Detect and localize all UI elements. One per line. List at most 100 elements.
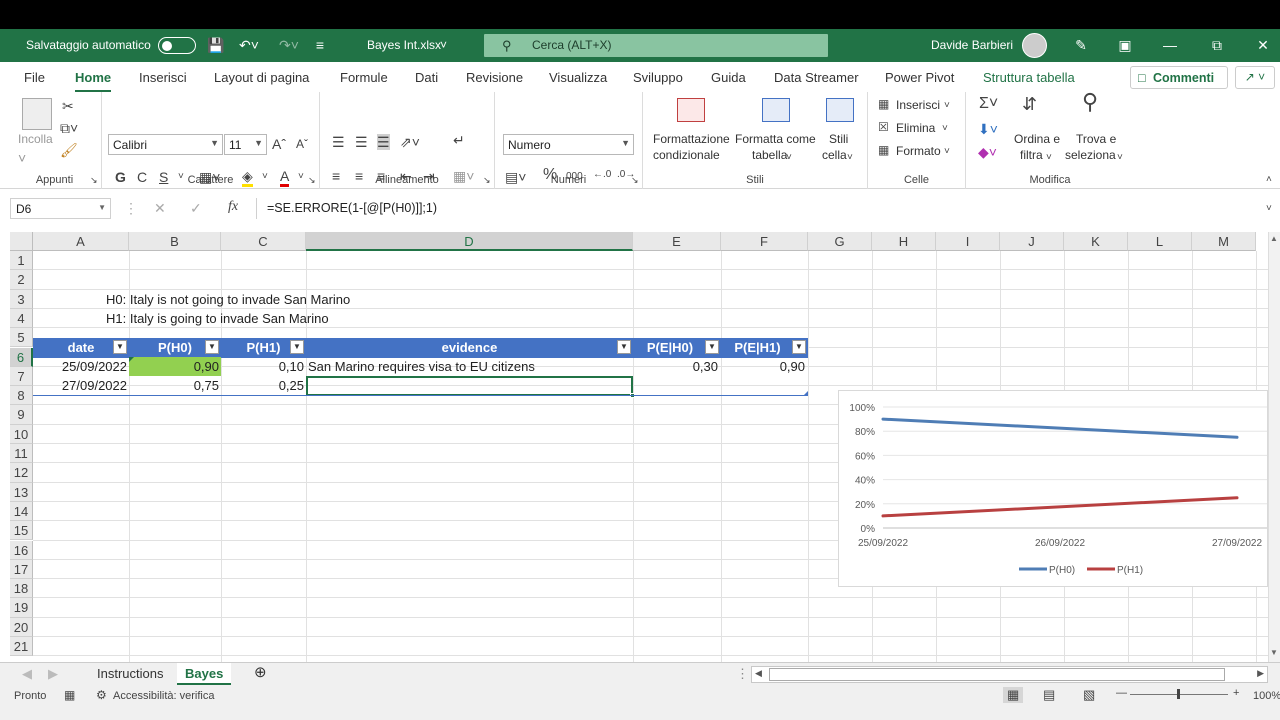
row-header-15[interactable]: 15 <box>10 521 33 541</box>
zoom-out-icon[interactable]: — <box>1116 687 1127 699</box>
tab-data-streamer[interactable]: Data Streamer <box>774 70 859 85</box>
format-as-table-label-1[interactable]: Formatta come <box>735 132 816 146</box>
row-header-4[interactable]: 4 <box>10 308 33 329</box>
row-header-10[interactable]: 10 <box>10 424 33 444</box>
font-launcher-icon[interactable]: ↘ <box>308 172 316 188</box>
tab-help[interactable]: Guida <box>711 70 746 85</box>
copy-icon[interactable]: ⧉˅ <box>60 120 78 136</box>
tab-formulas[interactable]: Formule <box>340 70 388 85</box>
customize-toolbar-icon[interactable]: ≡ <box>314 37 326 53</box>
row-header-13[interactable]: 13 <box>10 482 33 502</box>
scroll-down-icon[interactable]: ▼ <box>1270 648 1278 657</box>
row-header-6[interactable]: 6 <box>10 347 33 367</box>
cell-a6[interactable]: 27/09/2022 <box>33 376 127 395</box>
row-header-14[interactable]: 14 <box>10 501 33 522</box>
row-header-8[interactable]: 8 <box>10 386 33 406</box>
sheet-tab-instructions[interactable]: Instructions <box>97 666 163 681</box>
save-icon[interactable]: 💾 <box>207 37 225 53</box>
clipboard-launcher-icon[interactable]: ↘ <box>90 172 98 188</box>
number-launcher-icon[interactable]: ↘ <box>631 172 639 188</box>
accessibility-icon[interactable]: ⚙ <box>96 688 107 702</box>
table-header-date[interactable]: date ▼ <box>33 338 129 358</box>
page-layout-view-icon[interactable]: ▤ <box>1043 687 1055 703</box>
tab-data[interactable]: Dati <box>415 70 438 85</box>
col-header-a[interactable]: A <box>33 232 129 251</box>
col-header-b[interactable]: B <box>129 232 221 251</box>
filter-dropdown-icon[interactable]: ▼ <box>705 340 719 354</box>
tab-table-design[interactable]: Struttura tabella <box>983 70 1075 85</box>
minimize-icon[interactable]: — <box>1161 37 1179 53</box>
align-middle-icon[interactable]: ☰ <box>355 134 368 150</box>
macro-icon[interactable]: ▦ <box>64 688 75 702</box>
tab-insert[interactable]: Inserisci <box>139 70 187 85</box>
filename-chevron-icon[interactable]: ˅ <box>440 38 447 52</box>
scroll-left-icon[interactable]: ◀ <box>755 668 762 679</box>
row-header-9[interactable]: 9 <box>10 405 33 425</box>
col-header-f[interactable]: F <box>721 232 808 251</box>
prev-sheet-icon[interactable]: ◀ <box>22 666 32 682</box>
number-format-select[interactable]: Numero ▼ <box>503 134 634 155</box>
expand-formula-icon[interactable]: ˅ <box>1266 201 1272 217</box>
increase-font-icon[interactable]: Aˆ <box>272 136 286 152</box>
orientation-icon[interactable]: ⇗˅ <box>400 134 420 150</box>
table-header-peh0[interactable]: P(E|H0) ▼ <box>633 338 721 358</box>
filter-dropdown-icon[interactable]: ▼ <box>290 340 304 354</box>
cell-e5[interactable]: 0,30 <box>633 357 721 376</box>
format-cells-label[interactable]: Formato <box>896 144 941 158</box>
name-box[interactable]: D6 ▼ <box>10 198 111 219</box>
col-header-l[interactable]: L <box>1128 232 1192 251</box>
col-header-e[interactable]: E <box>633 232 721 251</box>
table-header-evidence[interactable]: evidence ▼ <box>306 338 633 358</box>
decrease-font-icon[interactable]: Aˇ <box>296 136 308 152</box>
undo-icon[interactable]: ↶˅ <box>236 37 262 53</box>
cell-a5[interactable]: 25/09/2022 <box>33 357 127 376</box>
horizontal-scrollbar[interactable]: ◀ ▶ <box>751 666 1268 683</box>
row-header-2[interactable]: 2 <box>10 270 33 290</box>
pen-icon[interactable]: ✎ <box>1072 37 1090 53</box>
filter-dropdown-icon[interactable]: ▼ <box>792 340 806 354</box>
row-header-3[interactable]: 3 <box>10 289 33 309</box>
format-painter-icon[interactable]: 🖌 <box>60 142 78 158</box>
cancel-icon[interactable]: ✕ <box>154 200 166 216</box>
row-header-20[interactable]: 20 <box>10 617 33 637</box>
table-header-peh1[interactable]: P(E|H1) ▼ <box>721 338 808 358</box>
collapse-ribbon-icon[interactable]: ˄ <box>1266 172 1272 188</box>
col-header-i[interactable]: I <box>936 232 1000 251</box>
cut-icon[interactable]: ✂ <box>62 98 74 114</box>
filter-dropdown-icon[interactable]: ▼ <box>617 340 631 354</box>
tab-view[interactable]: Visualizza <box>549 70 607 85</box>
line-chart[interactable]: 0% 20% 40% 60% 80% 100% 25/09/2022 26/09/2022 27… <box>838 390 1268 587</box>
clear-icon[interactable]: ◆˅ <box>978 144 997 160</box>
cell-a1[interactable]: H0: Italy is not going to invade San Mar… <box>106 290 406 309</box>
filter-dropdown-icon[interactable]: ▼ <box>205 340 219 354</box>
file-name[interactable]: Bayes Int.xlsx <box>367 38 441 52</box>
col-header-j[interactable]: J <box>1000 232 1064 251</box>
sheet-tab-bayes[interactable]: Bayes <box>177 663 232 686</box>
cell-f5[interactable]: 0,90 <box>721 357 808 376</box>
align-top-icon[interactable]: ☰ <box>332 134 345 150</box>
table-header-ph0[interactable]: P(H0) ▼ <box>129 338 221 358</box>
cell-c6[interactable]: 0,25 <box>221 376 306 395</box>
format-as-table-label-2[interactable]: tabella <box>752 148 787 162</box>
cell-c5[interactable]: 0,10 <box>221 357 306 376</box>
select-all-button[interactable] <box>10 232 33 251</box>
format-as-table-icon[interactable] <box>762 98 790 122</box>
page-break-view-icon[interactable]: ▧ <box>1083 687 1095 703</box>
cell-styles-label-2[interactable]: cella <box>822 148 847 162</box>
row-header-21[interactable]: 21 <box>10 637 33 657</box>
row-header-19[interactable]: 19 <box>10 598 33 618</box>
enter-icon[interactable]: ✓ <box>190 200 202 216</box>
row-header-5[interactable]: 5 <box>10 328 33 348</box>
col-header-h[interactable]: H <box>872 232 936 251</box>
tab-power-pivot[interactable]: Power Pivot <box>885 70 954 85</box>
close-icon[interactable]: ✕ <box>1254 37 1272 53</box>
zoom-in-icon[interactable]: + <box>1233 687 1239 699</box>
wrap-text-icon[interactable]: ↵ <box>453 132 465 148</box>
conditional-formatting-label-2[interactable]: condizionale <box>653 148 720 162</box>
row-header-18[interactable]: 18 <box>10 579 33 599</box>
sort-filter-icon[interactable]: ⇵ <box>1022 95 1037 113</box>
scroll-right-icon[interactable]: ▶ <box>1257 668 1264 679</box>
table-header-ph1[interactable]: P(H1) ▼ <box>221 338 306 358</box>
row-header-12[interactable]: 12 <box>10 463 33 483</box>
col-header-m[interactable]: M <box>1192 232 1256 251</box>
